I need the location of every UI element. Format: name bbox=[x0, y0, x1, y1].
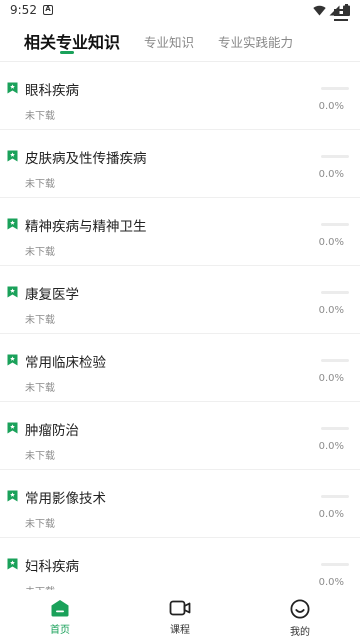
bookmark-icon bbox=[7, 218, 18, 230]
video-camera-icon bbox=[169, 600, 191, 616]
status-time: 9:52 bbox=[10, 3, 37, 17]
progress-bar bbox=[321, 87, 349, 90]
item-title: 妇科疾病 bbox=[25, 559, 79, 575]
progress-label: 0.0% bbox=[318, 237, 344, 248]
nav-home[interactable]: 首页 bbox=[0, 590, 120, 640]
bottom-navigation: 首页 课程 我的 bbox=[0, 590, 360, 640]
progress-label: 0.0% bbox=[318, 305, 344, 316]
item-title: 精神疾病与精神卫生 bbox=[25, 219, 147, 235]
tab-label: 相关专业知识 bbox=[24, 33, 121, 52]
progress-label: 0.0% bbox=[318, 169, 344, 180]
item-title: 皮肤病及性传播疾病 bbox=[25, 151, 147, 167]
list-item[interactable]: 肿瘤防治 未下载 0.0% bbox=[0, 402, 360, 470]
bookmark-icon bbox=[7, 82, 18, 94]
smiley-face-icon bbox=[290, 599, 310, 619]
nav-label: 首页 bbox=[50, 625, 70, 636]
tab-practice-ability[interactable]: 专业实践能力 bbox=[218, 30, 293, 51]
home-icon bbox=[51, 600, 69, 617]
item-title: 康复医学 bbox=[25, 287, 79, 303]
bookmark-icon bbox=[7, 286, 18, 298]
list-item[interactable]: 皮肤病及性传播疾病 未下载 0.0% bbox=[0, 130, 360, 198]
download-status: 未下载 bbox=[25, 519, 55, 530]
progress-bar bbox=[321, 563, 349, 566]
tab-related-knowledge[interactable]: 相关专业知识 bbox=[24, 27, 121, 54]
progress-bar bbox=[321, 291, 349, 294]
download-status: 未下载 bbox=[25, 179, 55, 190]
progress-label: 0.0% bbox=[318, 373, 344, 384]
menu-icon[interactable] bbox=[334, 8, 348, 22]
nav-courses[interactable]: 课程 bbox=[120, 590, 240, 640]
progress-bar bbox=[321, 155, 349, 158]
list-item[interactable]: 精神疾病与精神卫生 未下载 0.0% bbox=[0, 198, 360, 266]
bookmark-icon bbox=[7, 150, 18, 162]
download-status: 未下载 bbox=[25, 247, 55, 258]
download-status: 未下载 bbox=[25, 383, 55, 394]
progress-label: 0.0% bbox=[318, 101, 344, 112]
bookmark-icon bbox=[7, 558, 18, 570]
item-title: 眼科疾病 bbox=[25, 83, 79, 99]
item-title: 常用临床检验 bbox=[25, 355, 106, 371]
tab-label: 专业知识 bbox=[144, 34, 195, 50]
nav-label: 我的 bbox=[290, 627, 310, 638]
item-title: 常用影像技术 bbox=[25, 491, 106, 507]
nav-label: 课程 bbox=[170, 625, 190, 636]
item-title: 肿瘤防治 bbox=[25, 423, 79, 439]
list-item[interactable]: 常用影像技术 未下载 0.0% bbox=[0, 470, 360, 538]
progress-bar bbox=[321, 427, 349, 430]
progress-bar bbox=[321, 359, 349, 362]
bookmark-icon bbox=[7, 490, 18, 502]
status-bar: 9:52 A bbox=[0, 0, 360, 20]
bookmark-icon bbox=[7, 354, 18, 366]
nav-profile[interactable]: 我的 bbox=[240, 590, 360, 640]
list-item[interactable]: 眼科疾病 未下载 0.0% bbox=[0, 62, 360, 130]
progress-label: 0.0% bbox=[318, 509, 344, 520]
active-tab-indicator bbox=[60, 51, 75, 54]
bookmark-icon bbox=[7, 422, 18, 434]
progress-label: 0.0% bbox=[318, 577, 344, 588]
category-tab-bar: 相关专业知识 专业知识 专业实践能力 bbox=[0, 20, 360, 60]
list-item[interactable]: 常用临床检验 未下载 0.0% bbox=[0, 334, 360, 402]
tab-professional-knowledge[interactable]: 专业知识 bbox=[144, 30, 194, 51]
download-status: 未下载 bbox=[25, 315, 55, 326]
a-badge-icon: A bbox=[42, 5, 53, 15]
download-status: 未下载 bbox=[25, 111, 55, 122]
progress-label: 0.0% bbox=[318, 441, 344, 452]
progress-bar bbox=[321, 495, 349, 498]
chapter-list: 眼科疾病 未下载 0.0% 皮肤病及性传播疾病 未下载 0.0% 精神疾病与精神… bbox=[0, 62, 360, 606]
tab-label: 专业实践能力 bbox=[218, 34, 294, 50]
download-status: 未下载 bbox=[25, 451, 55, 462]
wifi-icon bbox=[313, 5, 326, 16]
progress-bar bbox=[321, 223, 349, 226]
list-item[interactable]: 康复医学 未下载 0.0% bbox=[0, 266, 360, 334]
